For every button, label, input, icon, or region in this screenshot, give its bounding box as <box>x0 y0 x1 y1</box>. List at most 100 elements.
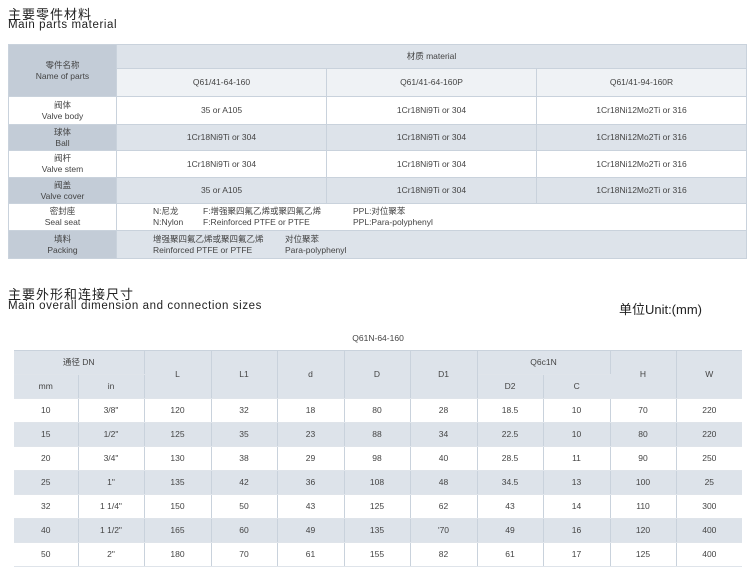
dimension-cell: 28 <box>410 398 478 423</box>
dimension-cell: 400 <box>676 542 743 567</box>
table-row: 填料 Packing 增强聚四氟乙烯或聚四氟乙烯 对位聚苯 Reinforced… <box>8 230 748 259</box>
seal-seat-materials: N:尼龙 F:增强聚四氟乙烯或聚四氟乙烯 PPL:对位聚苯 N:Nylon F:… <box>115 203 748 231</box>
col-header-D1: D1 <box>410 350 478 399</box>
dimension-cell: 40 <box>410 446 478 471</box>
col-header-C: C <box>543 374 610 399</box>
model-header: Q61/41-64-160P <box>326 68 537 97</box>
dimension-cell: 82 <box>410 542 478 567</box>
part-name-en: Seal seat <box>44 217 81 227</box>
table-row: 40 1 1/2" 165 60 49 135'70 49 16 120 400 <box>14 518 743 543</box>
dimension-cell: 32 <box>14 494 79 519</box>
part-name-cn: 阀体 <box>53 99 71 110</box>
seal-option: F:增强聚四氟乙烯或聚四氟乙烯 <box>203 206 322 216</box>
table-row: 50 2" 180 70 61 155 82 61 17 125 400 <box>14 542 743 567</box>
dimension-cell: 49 <box>277 518 345 543</box>
dimension-cell: 18.5 <box>477 398 544 423</box>
dimension-cell: 11 <box>543 446 611 471</box>
part-name: 球体 Ball <box>8 124 117 151</box>
dimension-cell: 88 <box>344 422 411 447</box>
model-header: Q61/41-64-160 <box>116 68 327 97</box>
material-cell: 1Cr18Ni12Mo2Ti or 316 <box>535 177 748 204</box>
dimension-cell: 60 <box>211 518 278 543</box>
dimension-cell: 25 <box>14 470 79 495</box>
material-cell: 35 or A105 <box>116 177 327 204</box>
model-title: Q61N-64-160 <box>14 326 743 351</box>
dimension-table-body: 10 3/8" 120 32 18 80 28 18.5 10 70 220 15 1/2" 125 35 2… <box>14 398 743 567</box>
dimension-cell: 25 <box>676 470 743 495</box>
dimension-cell: 90 <box>610 446 677 471</box>
dimension-cell: 16 <box>543 518 611 543</box>
part-name-en: Valve stem <box>41 164 84 174</box>
material-cell: 1Cr18Ni9Ti or 304 <box>326 124 537 151</box>
dimension-cell: 150 <box>144 494 212 519</box>
part-name-cn: 球体 <box>53 126 71 137</box>
seal-option: F:Reinforced PTFE or PTFE <box>203 217 310 227</box>
dimension-cell: 23 <box>277 422 345 447</box>
dimension-cell: 15 <box>14 422 79 447</box>
material-cell: 1Cr18Ni9Ti or 304 <box>116 150 327 178</box>
name-header-en: Name of parts <box>35 70 90 81</box>
dimension-cell: 300 <box>676 494 743 519</box>
part-name-cn: 阀盖 <box>53 179 71 190</box>
dimension-cell: 17 <box>543 542 611 567</box>
dimension-cell: 42 <box>211 470 278 495</box>
table-row: 20 3/4" 130 38 29 98 40 28.5 11 90 250 <box>14 446 743 471</box>
dimension-cell: 43 <box>277 494 345 519</box>
table-row: 10 3/8" 120 32 18 80 28 18.5 10 70 220 <box>14 398 743 423</box>
dimension-cell: 155 <box>344 542 411 567</box>
col-header-d: d <box>277 350 345 399</box>
part-name-cn: 填料 <box>53 233 71 244</box>
seal-option: N:尼龙 <box>153 206 179 216</box>
dimension-cell: 20 <box>14 446 79 471</box>
dimension-cell: 1" <box>78 470 145 495</box>
dimension-cell: 50 <box>14 542 79 567</box>
dimension-cell: 38 <box>211 446 278 471</box>
dimension-cell: 250 <box>676 446 743 471</box>
dimension-cell: 220 <box>676 398 743 423</box>
seal-option: PPL:对位聚苯 <box>353 206 406 216</box>
dimension-cell: 125 <box>610 542 677 567</box>
parts-material-table: 零件名称 Name of parts 材质 material Q61/41-64… <box>8 44 748 259</box>
packing-option: Reinforced PTFE or PTFE <box>153 244 253 255</box>
dimension-cell: 108 <box>344 470 411 495</box>
col-header-L1: L1 <box>211 350 278 399</box>
dimension-cell: 1 1/4" <box>78 494 145 519</box>
col-header-D2: D2 <box>477 374 544 399</box>
material-cell: 1Cr18Ni9Ti or 304 <box>326 177 537 204</box>
dimension-cell: 70 <box>211 542 278 567</box>
dimension-cell: 125 <box>344 494 411 519</box>
dimension-cell: 80 <box>610 422 677 447</box>
dimension-cell: 18 <box>277 398 345 423</box>
dimension-cell: 10 <box>543 422 611 447</box>
dimension-cell: 110 <box>610 494 677 519</box>
dimension-cell: 220 <box>676 422 743 447</box>
dimension-cell: 3/4" <box>78 446 145 471</box>
col-header-W: W <box>676 350 743 399</box>
packing-option: Para-polyphenyl <box>285 244 347 255</box>
material-header: 材质 material <box>115 44 748 69</box>
part-name-en: Valve cover <box>40 190 85 201</box>
unit-label: 单位Unit:(mm) <box>618 302 702 317</box>
material-cell: 1Cr18Ni12Mo2Ti or 316 <box>535 150 748 178</box>
dimension-cell: 48 <box>410 470 478 495</box>
seal-option: PPL:Para-polyphenyl <box>353 217 433 227</box>
packing-materials: 增强聚四氟乙烯或聚四氟乙烯 对位聚苯 Reinforced PTFE or PT… <box>115 230 748 259</box>
name-of-parts-header: 零件名称 Name of parts <box>8 44 117 97</box>
dimension-cell: 10 <box>14 398 79 423</box>
material-cell: 1Cr18Ni9Ti or 304 <box>116 124 327 151</box>
table-row: 阀盖 Valve cover 35 or A105 1Cr18Ni9Ti or … <box>8 177 748 204</box>
dn-header: 通径 DN <box>14 350 145 375</box>
part-name: 填料 Packing <box>8 230 117 259</box>
packing-option: 增强聚四氟乙烯或聚四氟乙烯 <box>153 233 264 244</box>
dimension-cell: 120 <box>144 398 212 423</box>
part-name: 阀盖 Valve cover <box>8 177 117 204</box>
dimension-cell: 400 <box>676 518 743 543</box>
dimension-cell: '70 <box>410 518 478 543</box>
model-header: Q61/41-94-160R <box>535 68 748 97</box>
dimension-cell: 2" <box>78 542 145 567</box>
col-header-D: D <box>344 350 411 399</box>
part-name: 阀杆 Valve stem <box>8 150 117 178</box>
dimension-cell: 1/2" <box>78 422 145 447</box>
col-header-L: L <box>144 350 212 399</box>
dimension-cell: 49 <box>477 518 544 543</box>
